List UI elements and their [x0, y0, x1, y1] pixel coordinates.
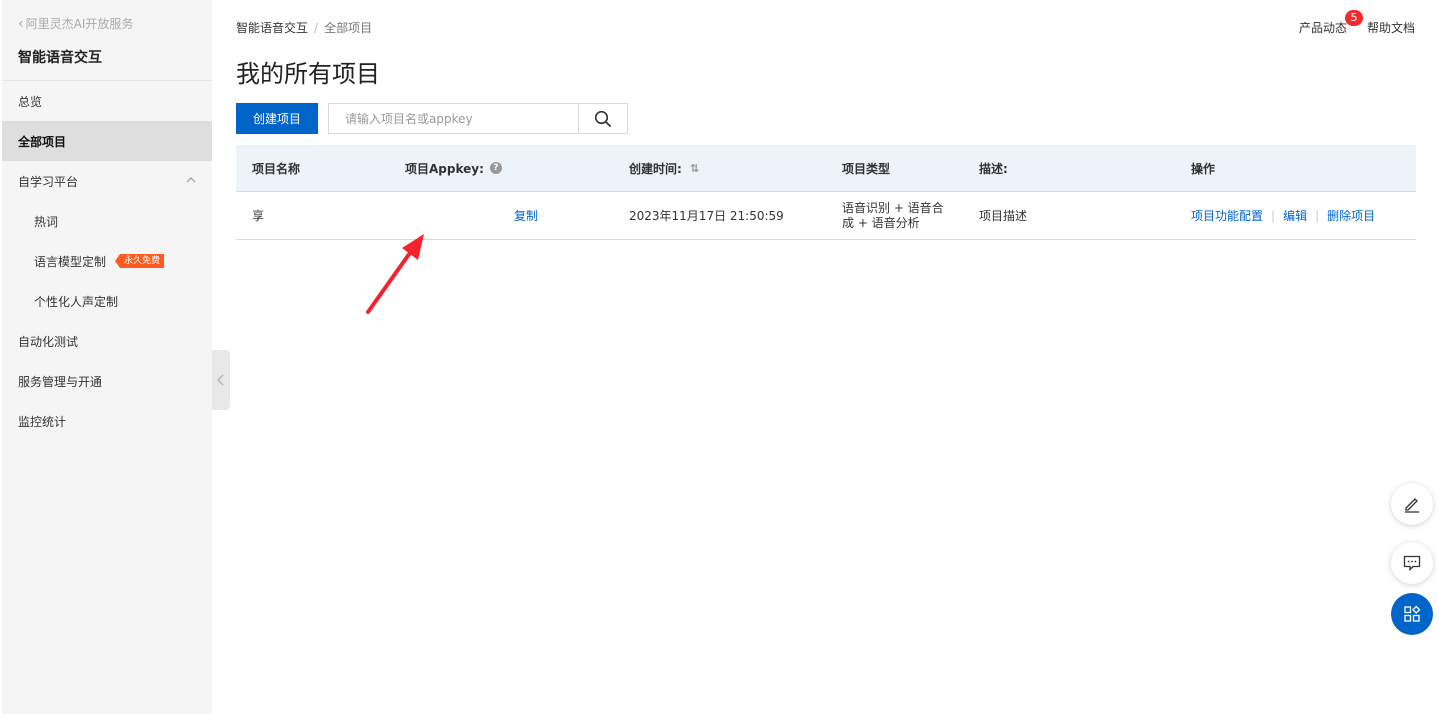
sidebar-item-label: 监控统计 [18, 414, 67, 429]
breadcrumb-separator: / [314, 21, 319, 35]
project-type-line: 语音识别 + 语音合 [842, 200, 944, 215]
sort-icon[interactable]: ⇅ [690, 162, 699, 175]
sidebar-item-label: 个性化人声定制 [34, 294, 119, 309]
projects-table: 项目名称 项目Appkey: ? 创建时间: ⇅ 项目类型 描述: 操作 享 复… [236, 145, 1416, 240]
free-badge: 永久免费 [115, 254, 165, 268]
sidebar-item-auto-test[interactable]: 自动化测试 [2, 321, 212, 361]
column-header-appkey-label: 项目Appkey: [405, 161, 484, 176]
back-link-label: 阿里灵杰AI开放服务 [25, 17, 134, 31]
action-separator: | [1271, 208, 1276, 223]
configure-project-link[interactable]: 项目功能配置 [1191, 207, 1263, 224]
edit-project-link[interactable]: 编辑 [1283, 207, 1307, 224]
project-type-line: 成 + 语音分析 [842, 215, 920, 230]
sidebar-title: 智能语音交互 [18, 50, 102, 66]
help-docs-link[interactable]: 帮助文档 [1367, 19, 1415, 36]
edit-icon [1405, 498, 1419, 513]
product-news-label: 产品动态 [1298, 21, 1347, 35]
feedback-icon [1403, 555, 1421, 572]
back-link[interactable]: ‹ 阿里灵杰AI开放服务 [18, 15, 133, 32]
sidebar-item-label: 自学习平台 [18, 174, 79, 189]
page-title: 我的所有项目 [236, 60, 380, 88]
table-header: 项目名称 项目Appkey: ? 创建时间: ⇅ 项目类型 描述: 操作 [236, 145, 1416, 192]
edit-float-button[interactable] [1391, 483, 1433, 525]
project-type: 语音识别 + 语音合 成 + 语音分析 [842, 192, 944, 239]
sidebar-item-label: 总览 [18, 94, 43, 109]
apps-icon [1404, 605, 1421, 622]
sidebar-item-custom-voice[interactable]: 个性化人声定制 [2, 281, 212, 321]
copy-appkey-link[interactable]: 复制 [514, 192, 538, 239]
apps-float-button[interactable] [1391, 593, 1433, 635]
sidebar-item-label: 全部项目 [18, 134, 67, 149]
search-button[interactable] [578, 104, 627, 133]
column-header-appkey: 项目Appkey: ? [405, 145, 502, 191]
sidebar: ‹ 阿里灵杰AI开放服务 智能语音交互 总览 全部项目 自学习平台 热词 语言模… [2, 0, 212, 714]
breadcrumb-root[interactable]: 智能语音交互 [236, 21, 308, 35]
sidebar-collapse-button[interactable] [212, 350, 230, 410]
chevron-left-icon [217, 374, 224, 386]
sidebar-menu: 总览 全部项目 自学习平台 热词 语言模型定制 永久免费 个性化人声定制 自动化… [2, 81, 212, 441]
sidebar-item-label: 自动化测试 [18, 334, 79, 349]
header-links: 产品动态 5 帮助文档 [1298, 10, 1415, 36]
chevron-left-icon: ‹ [18, 15, 24, 32]
help-icon[interactable]: ? [489, 162, 502, 174]
create-project-button[interactable]: 创建项目 [236, 103, 318, 134]
sidebar-item-service-management[interactable]: 服务管理与开通 [2, 361, 212, 401]
sidebar-item-label: 语言模型定制 [34, 254, 107, 269]
sidebar-item-monitoring[interactable]: 监控统计 [2, 401, 212, 441]
chevron-up-icon [186, 177, 196, 183]
row-actions: 项目功能配置 | 编辑 | 删除项目 [1191, 192, 1375, 239]
sidebar-item-language-model[interactable]: 语言模型定制 永久免费 [2, 241, 212, 281]
action-separator: | [1315, 208, 1320, 223]
sidebar-item-hotwords[interactable]: 热词 [2, 201, 212, 241]
column-header-created: 创建时间: ⇅ [629, 145, 699, 191]
notification-badge: 5 [1344, 10, 1363, 26]
product-news-link[interactable]: 产品动态 5 [1298, 10, 1363, 36]
search-box [328, 103, 628, 134]
sidebar-item-label: 热词 [34, 214, 59, 229]
search-input[interactable] [329, 104, 578, 133]
project-name: 享 [252, 209, 265, 223]
column-header-actions: 操作 [1191, 161, 1216, 176]
sidebar-item-label: 服务管理与开通 [18, 374, 103, 389]
sidebar-item-overview[interactable]: 总览 [2, 81, 212, 121]
annotation-arrow [366, 234, 424, 314]
sidebar-item-all-projects[interactable]: 全部项目 [2, 121, 212, 161]
column-header-description: 描述: [979, 161, 1008, 176]
column-header-type: 项目类型 [842, 161, 891, 176]
breadcrumb: 智能语音交互 / 全部项目 [236, 19, 372, 36]
created-time: 2023年11月17日 21:50:59 [629, 209, 784, 223]
breadcrumb-current: 全部项目 [324, 21, 373, 35]
project-description: 项目描述 [979, 209, 1028, 223]
delete-project-link[interactable]: 删除项目 [1327, 207, 1375, 224]
sidebar-item-self-learning[interactable]: 自学习平台 [2, 161, 212, 201]
column-header-created-label: 创建时间: [629, 161, 682, 176]
column-header-name: 项目名称 [252, 161, 301, 176]
feedback-float-button[interactable] [1391, 542, 1433, 584]
search-icon [594, 110, 612, 127]
